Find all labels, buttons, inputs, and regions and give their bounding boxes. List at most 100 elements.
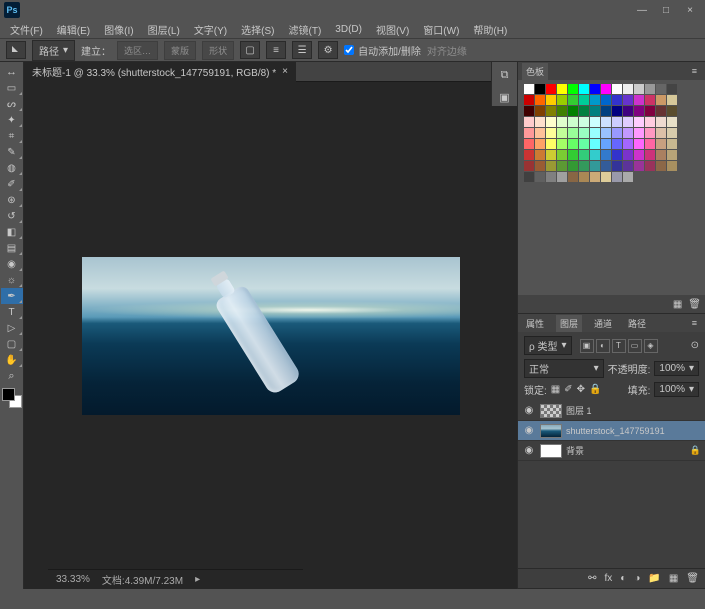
- swatch[interactable]: [645, 150, 655, 160]
- filter-toggle[interactable]: ⊙: [691, 340, 699, 351]
- tab-close-icon[interactable]: ×: [282, 66, 288, 77]
- actions-panel-icon[interactable]: ▣: [495, 88, 515, 106]
- swatch[interactable]: [535, 172, 545, 182]
- layer-name[interactable]: shutterstock_147759191: [566, 426, 665, 436]
- menu-layer[interactable]: 图层(L): [142, 20, 186, 39]
- path-select-tool[interactable]: ▷: [1, 320, 23, 336]
- swatch[interactable]: [535, 139, 545, 149]
- lock-all-icon[interactable]: 🔒: [589, 384, 601, 395]
- canvas-viewport[interactable]: [24, 82, 517, 589]
- swatch[interactable]: [546, 84, 556, 94]
- swatch[interactable]: [612, 84, 622, 94]
- swatch[interactable]: [546, 139, 556, 149]
- swatch[interactable]: [601, 150, 611, 160]
- link-layers-icon[interactable]: ⚯: [588, 573, 596, 584]
- type-tool[interactable]: T: [1, 304, 23, 320]
- swatch[interactable]: [524, 95, 534, 105]
- swatch[interactable]: [524, 172, 534, 182]
- make-selection-button[interactable]: 选区…: [117, 41, 158, 60]
- path-ops-icon[interactable]: ▢: [240, 41, 260, 59]
- zoom-value[interactable]: 33.33%: [56, 574, 90, 585]
- swatch[interactable]: [535, 161, 545, 171]
- swatch[interactable]: [623, 106, 633, 116]
- swatch[interactable]: [568, 161, 578, 171]
- swatch[interactable]: [656, 117, 666, 127]
- swatch[interactable]: [634, 117, 644, 127]
- swatches-tab[interactable]: 色板: [522, 63, 548, 80]
- lock-transparent-icon[interactable]: ▦: [551, 384, 560, 395]
- swatch[interactable]: [568, 172, 578, 182]
- swatch[interactable]: [557, 117, 567, 127]
- swatch[interactable]: [667, 128, 677, 138]
- status-more-icon[interactable]: ▸: [195, 574, 200, 585]
- swatch[interactable]: [601, 117, 611, 127]
- menu-filter[interactable]: 滤镜(T): [283, 20, 328, 39]
- swatch[interactable]: [612, 139, 622, 149]
- panel-menu-icon[interactable]: ≡: [688, 316, 701, 330]
- swatch[interactable]: [656, 128, 666, 138]
- foreground-color[interactable]: [2, 388, 15, 401]
- swatch[interactable]: [667, 150, 677, 160]
- swatch[interactable]: [634, 161, 644, 171]
- swatch[interactable]: [524, 106, 534, 116]
- swatch[interactable]: [524, 84, 534, 94]
- visibility-icon[interactable]: ◉: [522, 425, 536, 436]
- history-brush-tool[interactable]: ↺: [1, 208, 23, 224]
- swatch[interactable]: [524, 150, 534, 160]
- layer-row[interactable]: ◉背景🔒: [518, 441, 705, 461]
- swatch[interactable]: [645, 95, 655, 105]
- path-arrange-icon[interactable]: ☰: [292, 41, 312, 59]
- swatch[interactable]: [579, 84, 589, 94]
- swatch[interactable]: [546, 150, 556, 160]
- swatch[interactable]: [590, 95, 600, 105]
- lock-position-icon[interactable]: ✥: [577, 384, 585, 395]
- layer-filter-dropdown[interactable]: ρ 类型▾: [524, 336, 572, 355]
- swatch[interactable]: [546, 117, 556, 127]
- swatch[interactable]: [645, 117, 655, 127]
- swatch[interactable]: [634, 150, 644, 160]
- swatch[interactable]: [557, 128, 567, 138]
- filter-smart-icon[interactable]: ◈: [644, 339, 658, 353]
- hand-tool[interactable]: ✋: [1, 352, 23, 368]
- zoom-tool[interactable]: ⌕: [1, 368, 23, 384]
- filter-type-icon[interactable]: T: [612, 339, 626, 353]
- swatch[interactable]: [623, 150, 633, 160]
- swatch[interactable]: [535, 117, 545, 127]
- gear-icon[interactable]: ⚙: [318, 41, 338, 59]
- menu-file[interactable]: 文件(F): [4, 20, 49, 39]
- make-shape-button[interactable]: 形状: [202, 41, 234, 60]
- swatch[interactable]: [568, 150, 578, 160]
- swatch[interactable]: [579, 172, 589, 182]
- swatch[interactable]: [535, 106, 545, 116]
- filter-adjust-icon[interactable]: ◐: [596, 339, 610, 353]
- swatch[interactable]: [557, 172, 567, 182]
- filter-shape-icon[interactable]: ▭: [628, 339, 642, 353]
- swatch[interactable]: [579, 128, 589, 138]
- opacity-input[interactable]: 100%▾: [654, 361, 699, 376]
- swatch[interactable]: [634, 139, 644, 149]
- swatch[interactable]: [524, 117, 534, 127]
- tab-layers[interactable]: 图层: [556, 315, 582, 332]
- blend-mode-dropdown[interactable]: 正常▾: [524, 359, 604, 378]
- tab-properties[interactable]: 属性: [522, 315, 548, 332]
- swatch[interactable]: [623, 95, 633, 105]
- swatch[interactable]: [590, 84, 600, 94]
- swatch[interactable]: [546, 95, 556, 105]
- swatch[interactable]: [601, 106, 611, 116]
- swatch[interactable]: [667, 161, 677, 171]
- swatch[interactable]: [546, 172, 556, 182]
- visibility-icon[interactable]: ◉: [522, 405, 536, 416]
- swatch[interactable]: [601, 161, 611, 171]
- menu-window[interactable]: 窗口(W): [417, 20, 465, 39]
- swatch[interactable]: [590, 106, 600, 116]
- swatch[interactable]: [623, 139, 633, 149]
- stamp-tool[interactable]: ⊛: [1, 192, 23, 208]
- swatch[interactable]: [535, 95, 545, 105]
- menu-view[interactable]: 视图(V): [370, 20, 415, 39]
- path-align-icon[interactable]: ≡: [266, 41, 286, 59]
- swatch[interactable]: [656, 106, 666, 116]
- adjustment-icon[interactable]: ◑: [634, 573, 640, 584]
- new-layer-icon[interactable]: ▦: [669, 573, 678, 584]
- marquee-tool[interactable]: ▭: [1, 80, 23, 96]
- swatch[interactable]: [535, 84, 545, 94]
